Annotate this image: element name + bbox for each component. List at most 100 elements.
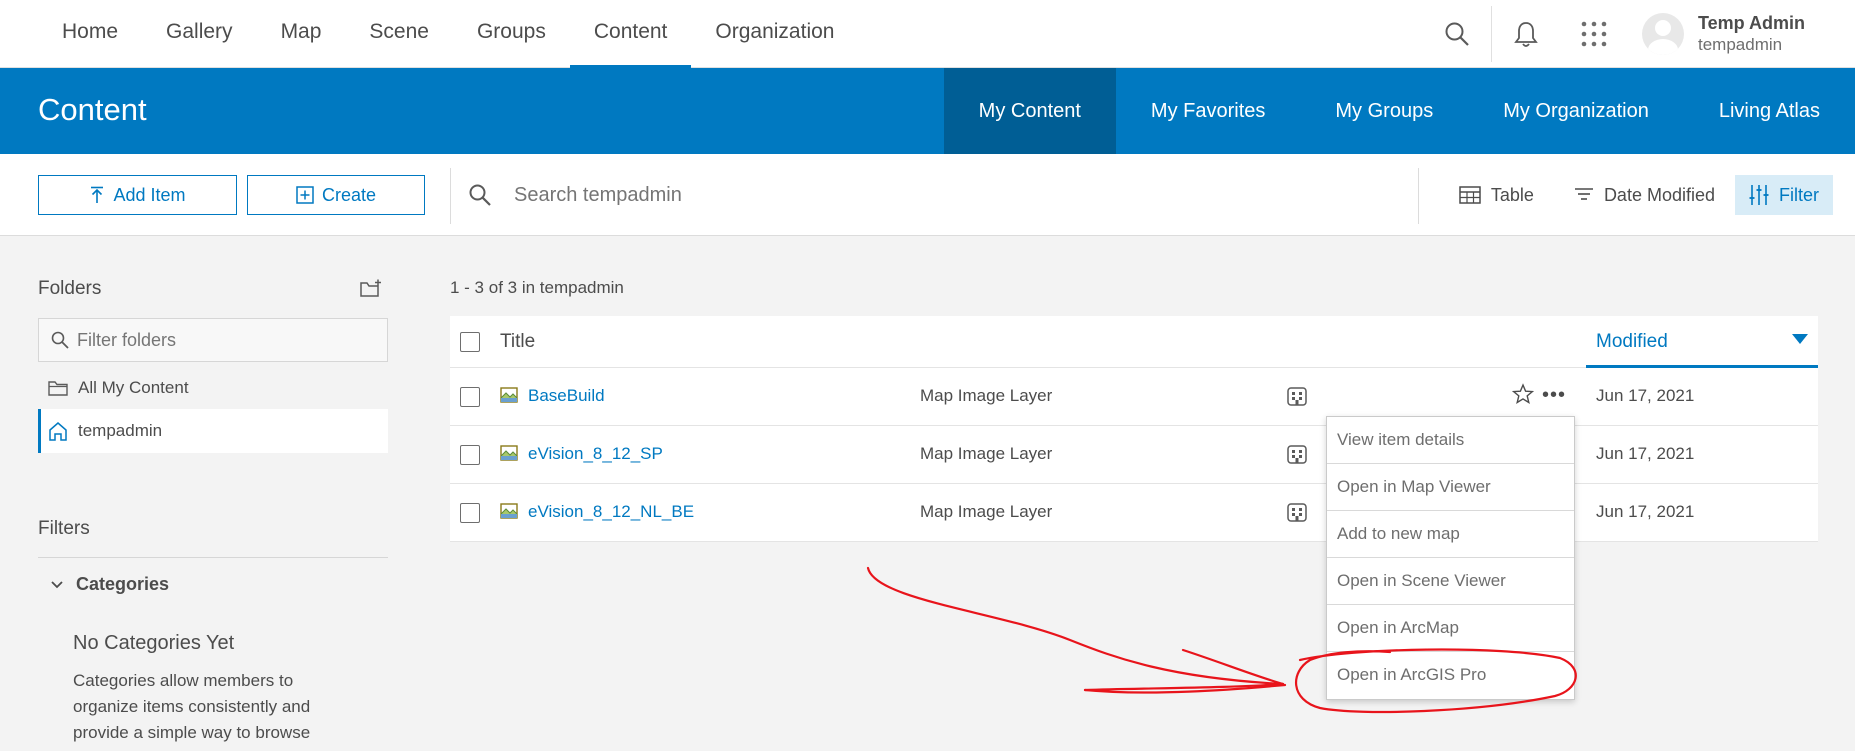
table-icon xyxy=(1459,186,1481,204)
create-label: Create xyxy=(321,184,377,205)
menu-item-add-to-new-map[interactable]: Add to new map xyxy=(1327,511,1574,558)
title-column-header[interactable]: Title xyxy=(500,331,535,353)
folder-all-my-content[interactable]: All My Content xyxy=(38,366,388,410)
map-image-layer-icon xyxy=(500,387,518,403)
page-title: Content xyxy=(38,92,147,127)
apps-grid-icon[interactable] xyxy=(1560,0,1628,68)
tab-my-organization[interactable]: My Organization xyxy=(1468,68,1684,154)
nav-scene[interactable]: Scene xyxy=(345,0,453,68)
item-type: Map Image Layer xyxy=(920,386,1053,405)
tab-my-content[interactable]: My Content xyxy=(943,68,1116,154)
chevron-down-icon xyxy=(51,580,63,588)
filter-label: Filter xyxy=(1779,184,1819,205)
search-icon xyxy=(469,184,491,206)
tab-my-groups[interactable]: My Groups xyxy=(1300,68,1468,154)
menu-item-open-scene-viewer[interactable]: Open in Scene Viewer xyxy=(1327,558,1574,605)
sort-icon xyxy=(1574,188,1593,200)
user-username: tempadmin xyxy=(1698,35,1783,54)
more-options-icon[interactable]: ••• xyxy=(1542,385,1566,405)
divider xyxy=(450,168,451,224)
table-row: eVision_8_12_SP Map Image Layer Jun 17, … xyxy=(450,426,1818,484)
item-type: Map Image Layer xyxy=(920,444,1053,463)
item-modified: Jun 17, 2021 xyxy=(1596,386,1695,405)
content-toolbar: Add Item Create Search tempadmin Table D… xyxy=(0,154,1855,236)
folder-label: All My Content xyxy=(78,378,189,397)
menu-item-open-arcmap[interactable]: Open in ArcMap xyxy=(1327,605,1574,652)
nav-gallery[interactable]: Gallery xyxy=(142,0,257,68)
item-title-link[interactable]: eVision_8_12_NL_BE xyxy=(528,502,694,522)
categories-label: Categories xyxy=(76,574,170,594)
nav-tools: Temp Admin tempadmin xyxy=(1423,0,1855,68)
item-title-link[interactable]: BaseBuild xyxy=(528,386,605,406)
folder-tempadmin[interactable]: tempadmin xyxy=(38,409,388,453)
organization-icon xyxy=(1287,445,1307,464)
plus-square-icon xyxy=(296,186,314,204)
upload-icon xyxy=(91,186,104,203)
main-nav-links: Home Gallery Map Scene Groups Content Or… xyxy=(38,0,858,68)
map-image-layer-icon xyxy=(500,445,518,461)
nav-home[interactable]: Home xyxy=(38,0,142,68)
item-modified: Jun 17, 2021 xyxy=(1596,444,1695,463)
filter-folders-placeholder: Filter folders xyxy=(77,329,177,350)
sliders-icon xyxy=(1749,185,1769,205)
table-header: Title Modified xyxy=(450,316,1818,368)
star-icon[interactable] xyxy=(1512,383,1534,405)
sort-button[interactable]: Date Modified xyxy=(1560,175,1729,215)
row-checkbox[interactable] xyxy=(460,445,480,465)
add-item-label: Add Item xyxy=(113,184,186,205)
view-controls: Table Date Modified Filter xyxy=(1445,175,1833,215)
organization-icon xyxy=(1287,503,1307,522)
search-icon xyxy=(51,331,69,349)
menu-item-open-arcgis-pro[interactable]: Open in ArcGIS Pro xyxy=(1327,652,1574,699)
row-checkbox[interactable] xyxy=(460,503,480,523)
categories-toggle[interactable]: Categories xyxy=(50,574,169,595)
table-view-button[interactable]: Table xyxy=(1445,175,1548,215)
filters-heading: Filters xyxy=(38,518,90,539)
table-row: eVision_8_12_NL_BE Map Image Layer Jun 1… xyxy=(450,484,1818,542)
bell-icon[interactable] xyxy=(1492,0,1560,68)
sidebar: Folders Filter folders All My Content te… xyxy=(38,236,388,751)
home-icon xyxy=(49,422,67,441)
select-all-checkbox[interactable] xyxy=(460,332,480,352)
table-row: BaseBuild Map Image Layer ••• Jun 17, 20… xyxy=(450,368,1818,426)
divider xyxy=(1418,168,1419,224)
new-folder-icon[interactable] xyxy=(360,279,382,302)
item-modified: Jun 17, 2021 xyxy=(1596,502,1695,521)
filter-folders-input[interactable]: Filter folders xyxy=(38,318,388,362)
user-display-name: Temp Admin xyxy=(1698,13,1805,33)
search-icon[interactable] xyxy=(1423,0,1491,68)
sort-label: Date Modified xyxy=(1603,184,1715,205)
nav-map[interactable]: Map xyxy=(257,0,346,68)
content-table: Title Modified BaseBuild Map Image Layer… xyxy=(450,316,1818,542)
item-type: Map Image Layer xyxy=(920,502,1053,521)
filter-button[interactable]: Filter xyxy=(1735,175,1833,215)
create-button[interactable]: Create xyxy=(247,175,425,215)
row-checkbox[interactable] xyxy=(460,387,480,407)
add-item-button[interactable]: Add Item xyxy=(38,175,237,215)
modified-label: Modified xyxy=(1596,331,1668,352)
tab-my-favorites[interactable]: My Favorites xyxy=(1116,68,1300,154)
organization-icon xyxy=(1287,387,1307,406)
divider xyxy=(38,557,388,558)
content-tabs: My Content My Favorites My Groups My Org… xyxy=(943,68,1855,154)
map-image-layer-icon xyxy=(500,503,518,519)
menu-item-open-map-viewer[interactable]: Open in Map Viewer xyxy=(1327,464,1574,511)
avatar xyxy=(1642,13,1684,55)
nav-organization[interactable]: Organization xyxy=(691,0,858,68)
search-input[interactable]: Search tempadmin xyxy=(468,174,1368,216)
folders-heading: Folders xyxy=(38,278,102,299)
folder-label: tempadmin xyxy=(78,421,163,440)
search-placeholder: Search tempadmin xyxy=(514,183,682,206)
categories-description: Categories allow members to organize ite… xyxy=(73,671,311,742)
table-view-label: Table xyxy=(1490,184,1534,205)
tab-living-atlas[interactable]: Living Atlas xyxy=(1684,68,1855,154)
no-categories-title: No Categories Yet xyxy=(73,632,235,654)
results-count: 1 - 3 of 3 in tempadmin xyxy=(450,278,624,297)
top-navigation: Home Gallery Map Scene Groups Content Or… xyxy=(0,0,1855,68)
nav-content[interactable]: Content xyxy=(569,0,692,68)
nav-groups[interactable]: Groups xyxy=(453,0,570,68)
item-title-link[interactable]: eVision_8_12_SP xyxy=(528,444,663,464)
user-menu[interactable]: Temp Admin tempadmin xyxy=(1628,0,1855,68)
menu-item-view-details[interactable]: View item details xyxy=(1327,417,1574,464)
modified-column-header[interactable]: Modified xyxy=(1586,316,1818,368)
